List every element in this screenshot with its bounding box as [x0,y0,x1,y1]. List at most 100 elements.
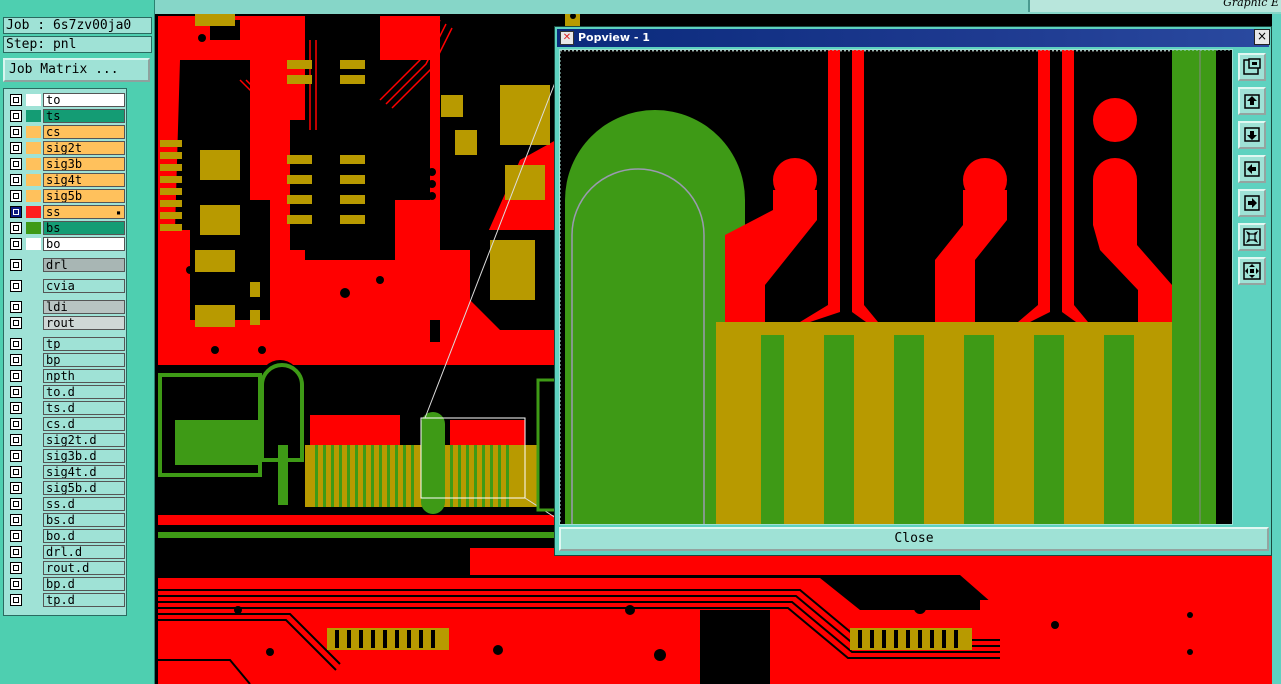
layer-color-swatch[interactable] [26,354,41,366]
layer-name[interactable]: sig4t [43,173,125,187]
layer-checkbox[interactable] [10,259,22,271]
layer-row-sig4t[interactable]: sig4t [8,172,128,188]
zoom-fit-icon[interactable] [1238,257,1266,285]
layer-checkbox[interactable] [10,280,22,292]
layer-row-sig2t[interactable]: sig2t [8,140,128,156]
close-button[interactable]: Close [559,527,1269,551]
popview-zoom-view[interactable] [559,49,1233,525]
layer-checkbox[interactable] [10,206,22,218]
layer-row-bs-d[interactable]: bs.d [8,512,128,528]
layer-checkbox[interactable] [10,482,22,494]
zoom-up-icon[interactable] [1238,87,1266,115]
layer-row-npth[interactable]: npth [8,368,128,384]
layer-name[interactable]: cvia [43,279,125,293]
layer-name[interactable]: sig5b.d [43,481,125,495]
layer-color-swatch[interactable] [26,338,41,350]
layer-checkbox[interactable] [10,578,22,590]
layer-checkbox[interactable] [10,110,22,122]
layer-row-tp[interactable]: tp [8,336,128,352]
layer-checkbox[interactable] [10,94,22,106]
layer-name[interactable]: sig5b [43,189,125,203]
pan-right-icon[interactable] [1238,189,1266,217]
layer-color-swatch[interactable] [26,578,41,590]
layer-row-tp-d[interactable]: tp.d [8,592,128,608]
window-close-button[interactable]: × [1254,29,1270,45]
layer-color-swatch[interactable] [26,482,41,494]
layer-name[interactable]: bo [43,237,125,251]
layer-row-rout[interactable]: rout [8,315,128,331]
layer-color-swatch[interactable] [26,450,41,462]
layer-checkbox[interactable] [10,530,22,542]
layer-checkbox[interactable] [10,402,22,414]
layer-checkbox[interactable] [10,338,22,350]
layer-checkbox[interactable] [10,594,22,606]
layer-name[interactable]: bp [43,353,125,367]
layer-name[interactable]: rout [43,316,125,330]
layer-row-drl-d[interactable]: drl.d [8,544,128,560]
layer-color-swatch[interactable] [26,94,41,106]
layer-name[interactable]: drl [43,258,125,272]
layer-row-sig3b-d[interactable]: sig3b.d [8,448,128,464]
layer-color-swatch[interactable] [26,370,41,382]
layer-color-swatch[interactable] [26,418,41,430]
layer-checkbox[interactable] [10,466,22,478]
layer-name[interactable]: npth [43,369,125,383]
layer-checkbox[interactable] [10,301,22,313]
layer-checkbox[interactable] [10,370,22,382]
layer-color-swatch[interactable] [26,530,41,542]
layer-color-swatch[interactable] [26,110,41,122]
layer-row-bs[interactable]: bs [8,220,128,236]
layer-color-swatch[interactable] [26,402,41,414]
layer-row-sig4t-d[interactable]: sig4t.d [8,464,128,480]
layer-color-swatch[interactable] [26,280,41,292]
layer-name[interactable]: drl.d [43,545,125,559]
layer-row-drl[interactable]: drl [8,257,128,273]
layer-color-swatch[interactable] [26,126,41,138]
layer-row-to-d[interactable]: to.d [8,384,128,400]
layer-row-ss-d[interactable]: ss.d [8,496,128,512]
layer-checkbox[interactable] [10,142,22,154]
layer-checkbox[interactable] [10,514,22,526]
layer-name[interactable]: tp [43,337,125,351]
zoom-out-icon[interactable] [1238,223,1266,251]
layer-checkbox[interactable] [10,238,22,250]
layer-name[interactable]: sig2t.d [43,433,125,447]
layer-name[interactable]: to [43,93,125,107]
layer-checkbox[interactable] [10,158,22,170]
layer-name[interactable]: ss.d [43,497,125,511]
layer-checkbox[interactable] [10,222,22,234]
layer-name[interactable]: sig3b [43,157,125,171]
layer-name[interactable]: ts [43,109,125,123]
layer-row-bp[interactable]: bp [8,352,128,368]
layer-name[interactable]: to.d [43,385,125,399]
layer-color-swatch[interactable] [26,158,41,170]
pan-left-icon[interactable] [1238,155,1266,183]
layer-row-sig5b[interactable]: sig5b [8,188,128,204]
layer-checkbox[interactable] [10,386,22,398]
layer-color-swatch[interactable] [26,142,41,154]
layer-row-ts-d[interactable]: ts.d [8,400,128,416]
layer-name[interactable]: rout.d [43,561,125,575]
layer-checkbox[interactable] [10,354,22,366]
layer-color-swatch[interactable] [26,222,41,234]
layer-color-swatch[interactable] [26,301,41,313]
layer-name[interactable]: ss ▪ [43,205,125,219]
layer-checkbox[interactable] [10,498,22,510]
layer-color-swatch[interactable] [26,206,41,218]
zoom-down-icon[interactable] [1238,121,1266,149]
layer-color-swatch[interactable] [26,259,41,271]
layer-row-sig2t-d[interactable]: sig2t.d [8,432,128,448]
layer-row-rout-d[interactable]: rout.d [8,560,128,576]
layer-color-swatch[interactable] [26,514,41,526]
layer-name[interactable]: sig2t [43,141,125,155]
layer-row-sig5b-d[interactable]: sig5b.d [8,480,128,496]
layer-color-swatch[interactable] [26,466,41,478]
layer-color-swatch[interactable] [26,174,41,186]
layer-row-bp-d[interactable]: bp.d [8,576,128,592]
layer-name[interactable]: bs.d [43,513,125,527]
layer-name[interactable]: ts.d [43,401,125,415]
layer-name[interactable]: ldi [43,300,125,314]
job-matrix-button[interactable]: Job Matrix ... [3,58,150,82]
popview-titlebar[interactable]: ✕ Popview - 1 × [557,29,1270,47]
layer-color-swatch[interactable] [26,317,41,329]
